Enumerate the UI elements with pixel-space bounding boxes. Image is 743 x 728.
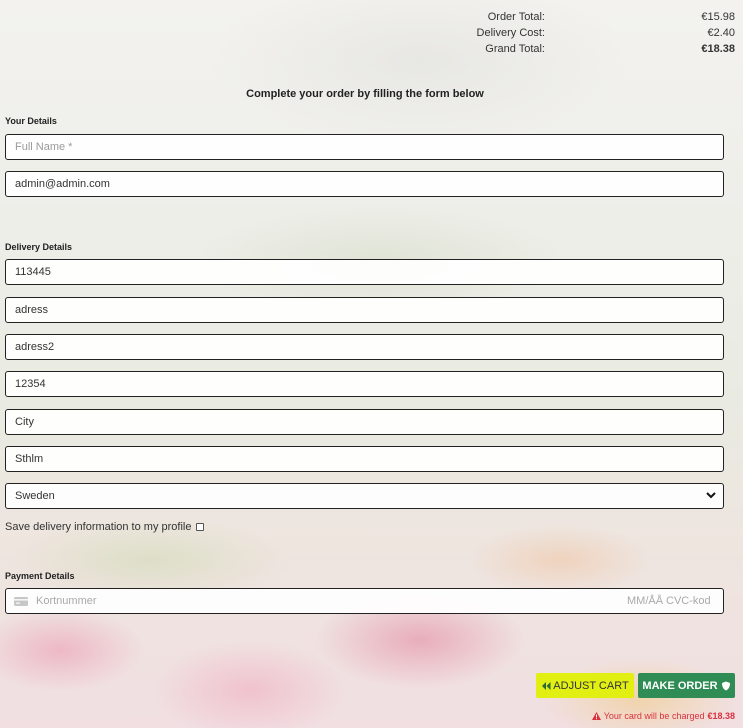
card-element[interactable]: Kortnummer MM/ÅÅ CVC-kod [5,588,724,614]
save-info-row: Save delivery information to my profile [5,521,205,533]
make-order-button[interactable]: MAKE ORDER [638,673,735,698]
email-input[interactable]: admin@admin.com [5,171,724,197]
street-address-1-input[interactable]: adress [5,297,724,323]
country-select-value: Sweden [15,490,55,502]
charge-notice: Your card will be charged €18.38 [591,711,735,721]
card-number-input[interactable]: Kortnummer [36,595,97,607]
grand-total-value: €18.38 [701,43,735,55]
grand-total-label: Grand Total: [485,43,545,55]
street-address-2-input[interactable]: adress2 [5,334,724,360]
charge-notice-text: Your card will be charged [603,711,705,721]
payment-details-legend: Payment Details [5,571,75,581]
double-chevron-left-icon [542,681,551,690]
order-total-value: €15.98 [701,11,735,23]
chevron-down-icon [706,492,716,499]
delivery-cost-row: Delivery Cost: €2.40 [460,25,735,41]
delivery-cost-value: €2.40 [707,27,735,39]
postcode-input[interactable]: 12354 [5,371,724,397]
order-total-label: Order Total: [487,11,545,23]
adjust-cart-label: ADJUST CART [553,679,629,692]
phone-number-input[interactable]: 113445 [5,259,724,285]
order-total-row: Order Total: €15.98 [460,9,735,25]
save-info-checkbox[interactable] [196,523,205,531]
form-intro-text: Complete your order by filling the form … [246,88,484,100]
grand-total-row: Grand Total: €18.38 [460,41,735,57]
delivery-details-legend: Delivery Details [5,242,73,252]
card-cvc-input[interactable]: CVC-kod [666,595,711,607]
warning-triangle-icon [591,712,601,720]
your-details-legend: Your Details [5,116,57,126]
town-city-input[interactable]: City [5,409,724,435]
full-name-input[interactable]: Full Name * [5,134,724,160]
adjust-cart-button[interactable]: ADJUST CART [536,673,634,698]
country-select[interactable]: Sweden [5,483,724,509]
charge-amount: €18.38 [707,711,735,721]
make-order-label: MAKE ORDER [642,679,718,692]
save-info-label: Save delivery information to my profile [5,521,192,533]
county-input[interactable]: Sthlm [5,446,724,472]
delivery-cost-label: Delivery Cost: [476,27,545,39]
shield-icon [721,681,730,690]
order-summary: Order Total: €15.98 Delivery Cost: €2.40… [460,9,735,57]
credit-card-icon [14,597,28,606]
card-expiry-input[interactable]: MM/ÅÅ [627,595,663,607]
